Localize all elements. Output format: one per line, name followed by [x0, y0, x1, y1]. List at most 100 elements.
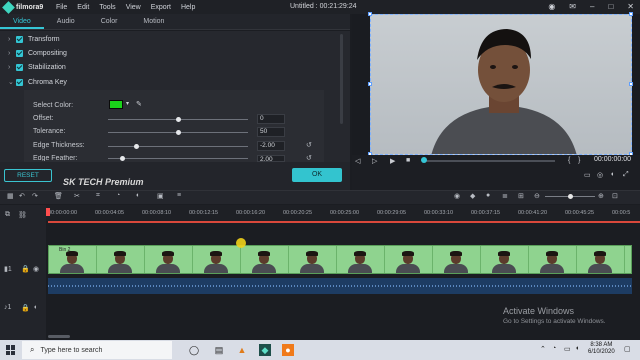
- scrubber-knob[interactable]: [421, 157, 427, 163]
- edge-thickness-slider-knob[interactable]: [134, 144, 139, 149]
- start-button[interactable]: [6, 345, 16, 355]
- close-icon[interactable]: ✕: [627, 2, 634, 11]
- section-chroma-key[interactable]: ⌄ Chroma Key: [8, 78, 67, 86]
- eyedropper-icon[interactable]: ✎: [136, 100, 142, 108]
- audio-clip[interactable]: [48, 278, 632, 294]
- edge-thickness-slider[interactable]: [108, 144, 248, 149]
- speed-icon[interactable]: ◔: [116, 192, 120, 199]
- tab-motion[interactable]: Motion: [130, 18, 177, 29]
- speaker-icon[interactable]: ◖: [33, 304, 37, 311]
- mark-out-icon[interactable]: }: [578, 157, 580, 164]
- link-icon[interactable]: ⛓: [18, 211, 27, 219]
- edge-feather-slider[interactable]: [108, 156, 248, 161]
- snap-icon[interactable]: ⊞: [518, 192, 524, 200]
- section-transform[interactable]: › Transform: [8, 36, 60, 43]
- timeline-scrollbar[interactable]: [48, 335, 70, 338]
- voiceover-icon[interactable]: ≣: [502, 192, 508, 200]
- tab-video[interactable]: Video: [0, 18, 44, 29]
- wifi-icon[interactable]: ◔: [552, 345, 556, 352]
- menu-export[interactable]: Export: [151, 4, 171, 11]
- resize-handle[interactable]: [368, 82, 372, 86]
- edge-feather-slider-knob[interactable]: [120, 156, 125, 161]
- file-explorer-icon[interactable]: ▤: [213, 344, 225, 356]
- crop-icon[interactable]: ⌗: [96, 192, 100, 200]
- section-stabilization[interactable]: › Stabilization: [8, 64, 66, 71]
- checkbox-chroma-key[interactable]: [16, 78, 23, 86]
- preview-video[interactable]: [370, 14, 632, 155]
- offset-slider[interactable]: [108, 117, 248, 122]
- taskbar-search[interactable]: ⌕ Type here to search: [22, 341, 172, 359]
- reset-icon[interactable]: ↺: [306, 154, 312, 161]
- cut-icon[interactable]: ✂: [74, 192, 80, 200]
- tab-color[interactable]: Color: [88, 18, 131, 29]
- redo-icon[interactable]: ↷: [32, 192, 38, 200]
- reset-icon[interactable]: ↺: [306, 141, 312, 149]
- marker-icon[interactable]: ◆: [470, 192, 475, 200]
- menu-edit[interactable]: Edit: [77, 4, 89, 11]
- undo-icon[interactable]: ↶: [19, 192, 25, 200]
- tab-audio[interactable]: Audio: [44, 18, 88, 29]
- tolerance-slider-knob[interactable]: [176, 130, 181, 135]
- resize-handle[interactable]: [368, 12, 372, 16]
- minimize-icon[interactable]: –: [590, 2, 594, 11]
- add-track-icon[interactable]: ⧉: [5, 211, 10, 219]
- filmora-taskbar-icon[interactable]: ◆: [259, 344, 271, 356]
- zoom-out-icon[interactable]: ⊖: [534, 192, 540, 200]
- notification-icon[interactable]: ▢: [624, 345, 631, 353]
- edge-feather-value[interactable]: 2.00: [257, 155, 285, 162]
- step-back-icon[interactable]: ▷: [372, 157, 377, 165]
- lock-icon[interactable]: 🔒: [21, 265, 30, 273]
- eye-icon[interactable]: ◉: [33, 265, 39, 273]
- volume-tray-icon[interactable]: ◖: [575, 345, 579, 352]
- ok-button[interactable]: OK: [292, 168, 342, 182]
- resize-handle[interactable]: [629, 12, 633, 16]
- playhead[interactable]: [46, 208, 50, 216]
- menu-help[interactable]: Help: [181, 4, 195, 11]
- previous-frame-icon[interactable]: ◁: [355, 157, 360, 165]
- account-icon[interactable]: ◉: [548, 2, 555, 11]
- recorder-taskbar-icon[interactable]: ●: [282, 344, 294, 356]
- menu-tools[interactable]: Tools: [99, 4, 115, 11]
- tolerance-value[interactable]: 50: [257, 127, 285, 137]
- color-swatch[interactable]: [109, 100, 123, 109]
- zoom-slider-knob[interactable]: [568, 194, 573, 199]
- delete-icon[interactable]: 🗑: [54, 192, 63, 200]
- vlc-icon[interactable]: ▲: [236, 344, 248, 356]
- render-preview-icon[interactable]: ◉: [454, 192, 460, 200]
- lock-icon[interactable]: 🔒: [21, 304, 30, 312]
- maximize-icon[interactable]: □: [608, 2, 613, 11]
- properties-scrollbar[interactable]: [340, 34, 343, 124]
- preview-scrubber[interactable]: [425, 160, 555, 162]
- stop-icon[interactable]: ■: [406, 157, 410, 164]
- checkbox-stabilization[interactable]: [16, 64, 23, 71]
- snapshot-icon[interactable]: ◎: [597, 171, 603, 179]
- network-icon[interactable]: ⌃: [540, 345, 546, 353]
- taskbar-clock[interactable]: 8:38 AM 6/10/2020: [588, 342, 615, 356]
- offset-slider-knob[interactable]: [176, 117, 181, 122]
- render-icon[interactable]: ▭: [584, 171, 591, 179]
- zoom-in-icon[interactable]: ⊕: [598, 192, 604, 200]
- color-icon[interactable]: ◐: [136, 192, 140, 199]
- grid-icon[interactable]: ▦: [7, 192, 14, 200]
- task-view-icon[interactable]: ◯: [188, 344, 200, 356]
- edge-thickness-value[interactable]: -2.00: [257, 141, 285, 151]
- fullscreen-icon[interactable]: ⤢: [623, 171, 629, 179]
- section-compositing[interactable]: › Compositing: [8, 50, 67, 57]
- green-screen-icon[interactable]: ▣: [157, 192, 164, 200]
- offset-value[interactable]: 0: [257, 114, 285, 124]
- mic-icon[interactable]: ●: [486, 192, 490, 199]
- audio-mixer-icon[interactable]: ≡: [177, 192, 181, 199]
- menu-file[interactable]: File: [56, 4, 67, 11]
- volume-icon[interactable]: ◖: [610, 171, 614, 178]
- menu-view[interactable]: View: [126, 4, 141, 11]
- fit-icon[interactable]: ⊡: [612, 192, 618, 200]
- tolerance-slider[interactable]: [108, 130, 248, 135]
- reset-button[interactable]: RESET: [4, 169, 52, 182]
- play-icon[interactable]: ▶: [390, 157, 395, 165]
- resize-handle[interactable]: [629, 82, 633, 86]
- chevron-down-icon[interactable]: ▾: [126, 100, 129, 107]
- mail-icon[interactable]: ✉: [569, 2, 576, 11]
- checkbox-transform[interactable]: [16, 36, 23, 43]
- video-clip[interactable]: Bin 2: [48, 245, 632, 274]
- mark-in-icon[interactable]: {: [568, 157, 570, 164]
